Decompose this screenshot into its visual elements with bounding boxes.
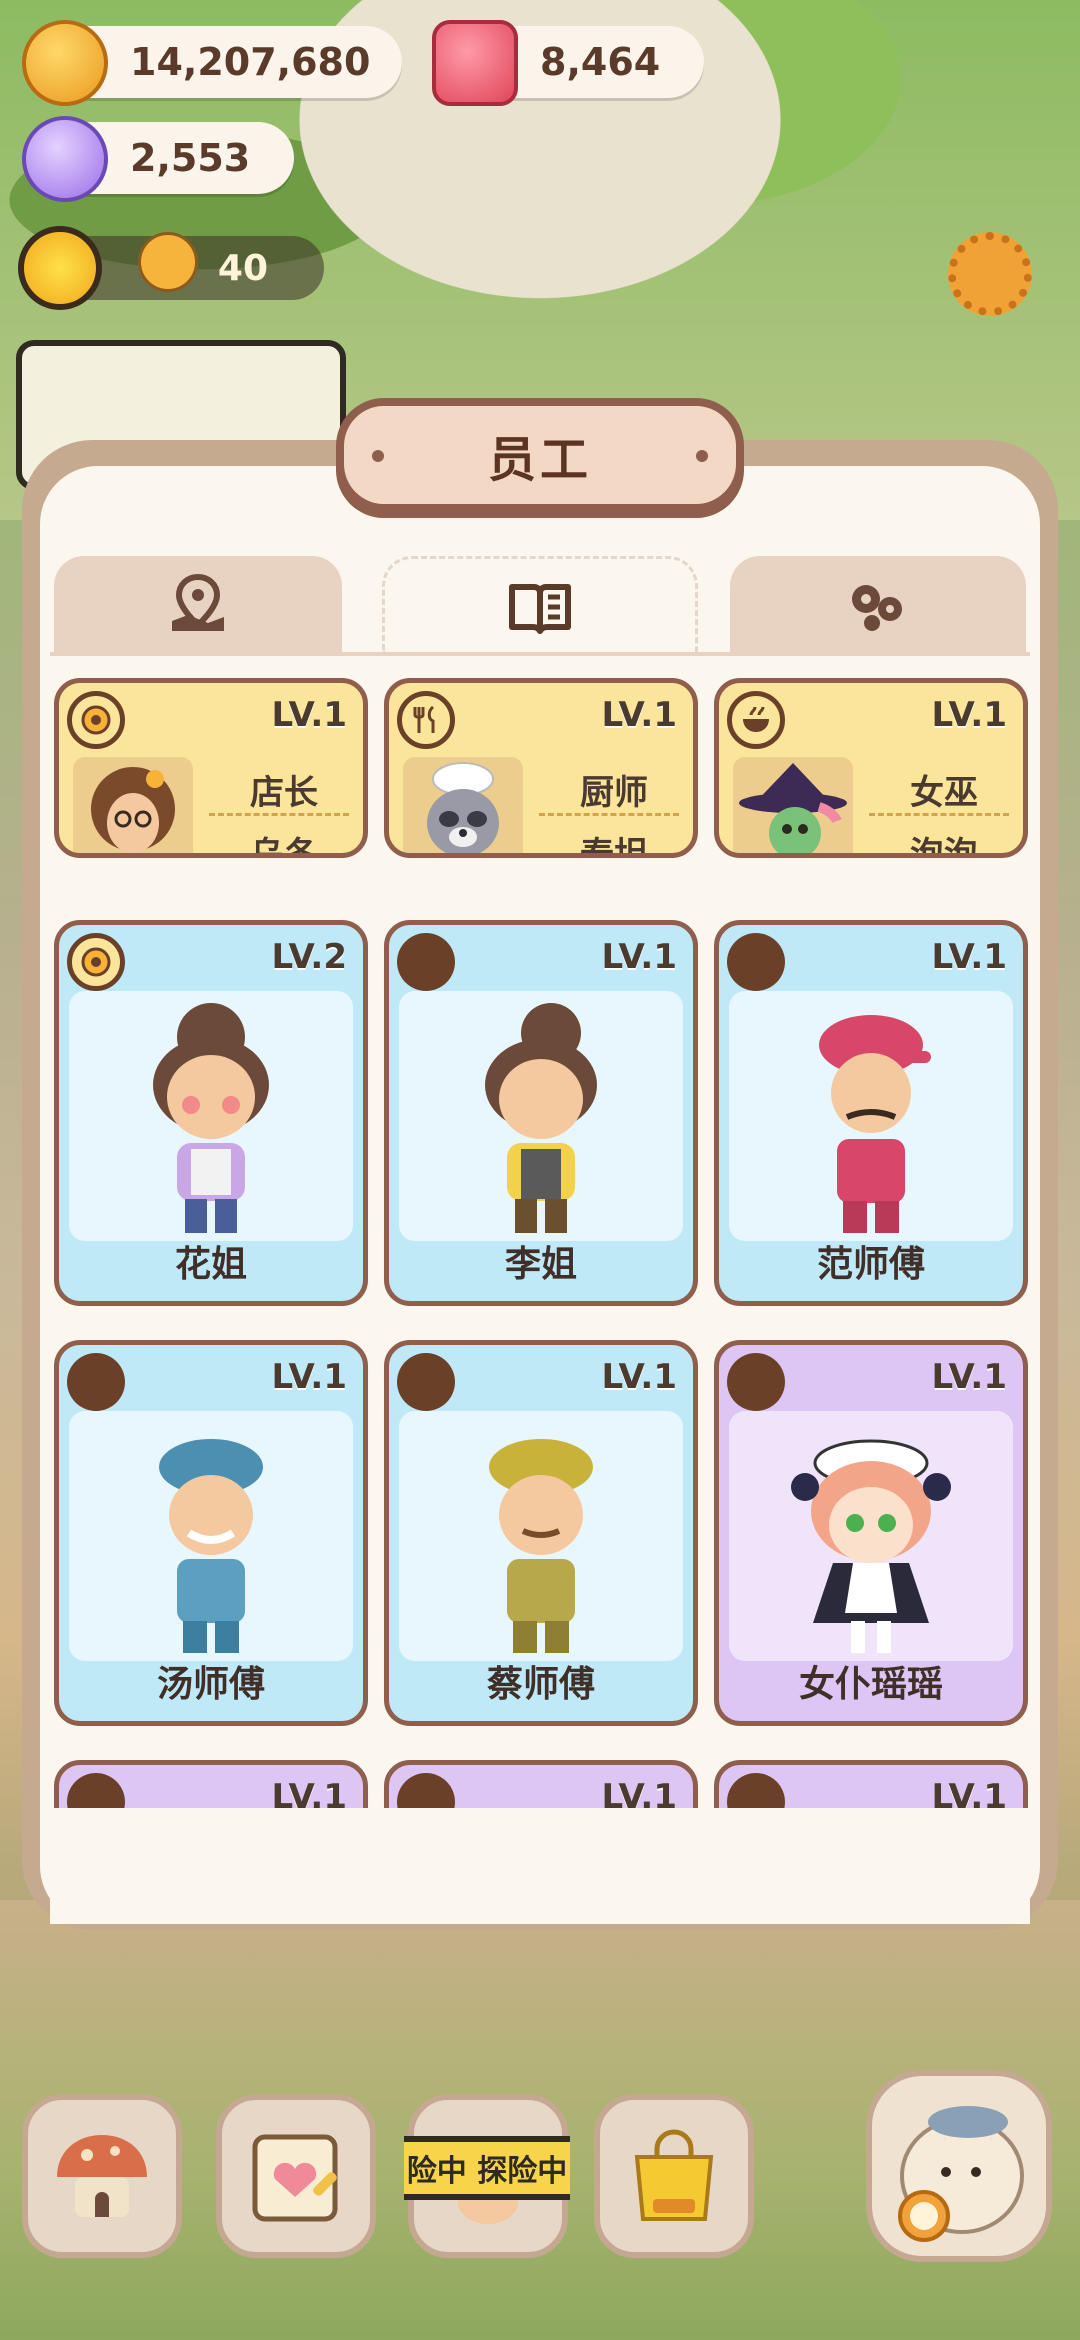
staff-level: LV.1 bbox=[601, 695, 678, 735]
divider bbox=[869, 813, 1009, 816]
staff-card[interactable]: LV.1 蔡师傅 bbox=[384, 1340, 698, 1726]
staff-name: 蔡师傅 bbox=[486, 1664, 595, 1705]
book-icon bbox=[509, 583, 571, 634]
divider bbox=[209, 813, 349, 816]
staff-character bbox=[791, 1439, 951, 1653]
staff-name: 范师傅 bbox=[816, 1244, 925, 1285]
staff-card-chef[interactable]: LV.1 厨师 泰坦 bbox=[384, 678, 698, 858]
staff-level: LV.1 bbox=[601, 937, 678, 977]
staff-name: 花姐 bbox=[174, 1244, 247, 1285]
flower-icon bbox=[67, 691, 125, 749]
seal-alarm-icon bbox=[898, 2106, 1024, 2242]
staff-role: 女巫 bbox=[910, 773, 978, 813]
tab-skills[interactable] bbox=[730, 556, 1026, 654]
plate-rivet bbox=[372, 450, 384, 462]
staff-level: LV.1 bbox=[931, 937, 1008, 977]
staff-character bbox=[159, 1439, 263, 1653]
staff-card-manager[interactable]: LV.1 店长 乌冬 bbox=[54, 678, 368, 858]
staff-portrait bbox=[73, 757, 193, 853]
gem-counter[interactable]: 8,464 bbox=[432, 20, 704, 106]
shop-button[interactable] bbox=[594, 2094, 754, 2258]
empty-slot-icon bbox=[727, 1353, 785, 1411]
divider bbox=[539, 813, 679, 816]
staff-name: 女仆瑶瑶 bbox=[798, 1664, 943, 1705]
panel-title: 员工 bbox=[487, 432, 592, 488]
staff-name: 乌冬 bbox=[250, 835, 318, 858]
expedition-status-tape: 险中 探险中 bbox=[404, 2136, 570, 2200]
staff-character bbox=[485, 1003, 597, 1233]
empty-slot-icon bbox=[397, 933, 455, 991]
staff-card[interactable]: LV.1 女仆瑶瑶 bbox=[714, 1340, 1028, 1726]
staff-role: 店长 bbox=[250, 773, 318, 813]
crystal-icon bbox=[22, 116, 108, 202]
empty-slot-icon bbox=[727, 933, 785, 991]
notebook-heart-icon bbox=[252, 2134, 338, 2222]
plate-rivet bbox=[696, 450, 708, 462]
staff-level: LV.1 bbox=[931, 695, 1008, 735]
coin-counter[interactable]: 14,207,680 bbox=[22, 20, 402, 106]
staff-portrait bbox=[403, 757, 523, 853]
bubbles-icon bbox=[852, 585, 902, 631]
staff-name: 泰坦 bbox=[580, 835, 648, 858]
seal-pet-button[interactable] bbox=[866, 2070, 1052, 2262]
journal-button[interactable] bbox=[216, 2094, 376, 2258]
staff-level: LV.1 bbox=[271, 695, 348, 735]
empty-slot-icon bbox=[397, 1353, 455, 1411]
sun-icon[interactable] bbox=[18, 226, 102, 310]
fork-knife-icon bbox=[397, 691, 455, 749]
coin-amount: 14,207,680 bbox=[130, 40, 371, 84]
staff-card-witch[interactable]: LV.1 女巫 泡泡 bbox=[714, 678, 1028, 858]
scroll-fade bbox=[50, 1808, 1030, 1924]
staff-character bbox=[819, 1015, 931, 1233]
staff-card[interactable]: LV.1 范师傅 bbox=[714, 920, 1028, 1306]
staff-character bbox=[153, 1003, 269, 1233]
staff-name: 泡泡 bbox=[910, 835, 978, 858]
gear-icon[interactable] bbox=[948, 232, 1032, 316]
shopping-bag-icon bbox=[634, 2129, 714, 2221]
staff-card[interactable]: LV.1 李姐 bbox=[384, 920, 698, 1306]
gem-icon bbox=[432, 20, 518, 106]
staff-role: 厨师 bbox=[580, 773, 648, 813]
map-pin-icon bbox=[172, 573, 224, 631]
staff-name: 李姐 bbox=[504, 1244, 577, 1285]
staff-level: LV.2 bbox=[271, 937, 348, 977]
flower-icon bbox=[67, 933, 125, 991]
staff-character bbox=[489, 1439, 593, 1653]
coin-icon bbox=[22, 20, 108, 106]
bowl-icon bbox=[727, 691, 785, 749]
mushroom-house-icon bbox=[57, 2135, 147, 2217]
empty-slot-icon bbox=[67, 1353, 125, 1411]
staff-level: LV.1 bbox=[601, 1357, 678, 1397]
tab-location[interactable] bbox=[54, 556, 342, 654]
staff-portrait bbox=[733, 757, 853, 853]
staff-name: 汤师傅 bbox=[156, 1664, 265, 1705]
tab-underline bbox=[50, 652, 1030, 656]
crystal-counter[interactable]: 2,553 bbox=[22, 116, 294, 202]
staff-level: LV.1 bbox=[931, 1357, 1008, 1397]
level-count: 40 bbox=[217, 247, 268, 289]
home-button[interactable] bbox=[22, 2094, 182, 2258]
tab-roster[interactable] bbox=[382, 556, 698, 654]
panel-title-plate: 员工 bbox=[336, 398, 744, 512]
expedition-status: 险中 探险中 bbox=[406, 2154, 568, 2189]
crystal-amount: 2,553 bbox=[130, 136, 251, 180]
staff-card[interactable]: LV.2 花姐 bbox=[54, 920, 368, 1306]
staff-card[interactable]: LV.1 汤师傅 bbox=[54, 1340, 368, 1726]
smiley-face-icon bbox=[138, 232, 198, 292]
gem-amount: 8,464 bbox=[540, 40, 661, 84]
staff-level: LV.1 bbox=[271, 1357, 348, 1397]
